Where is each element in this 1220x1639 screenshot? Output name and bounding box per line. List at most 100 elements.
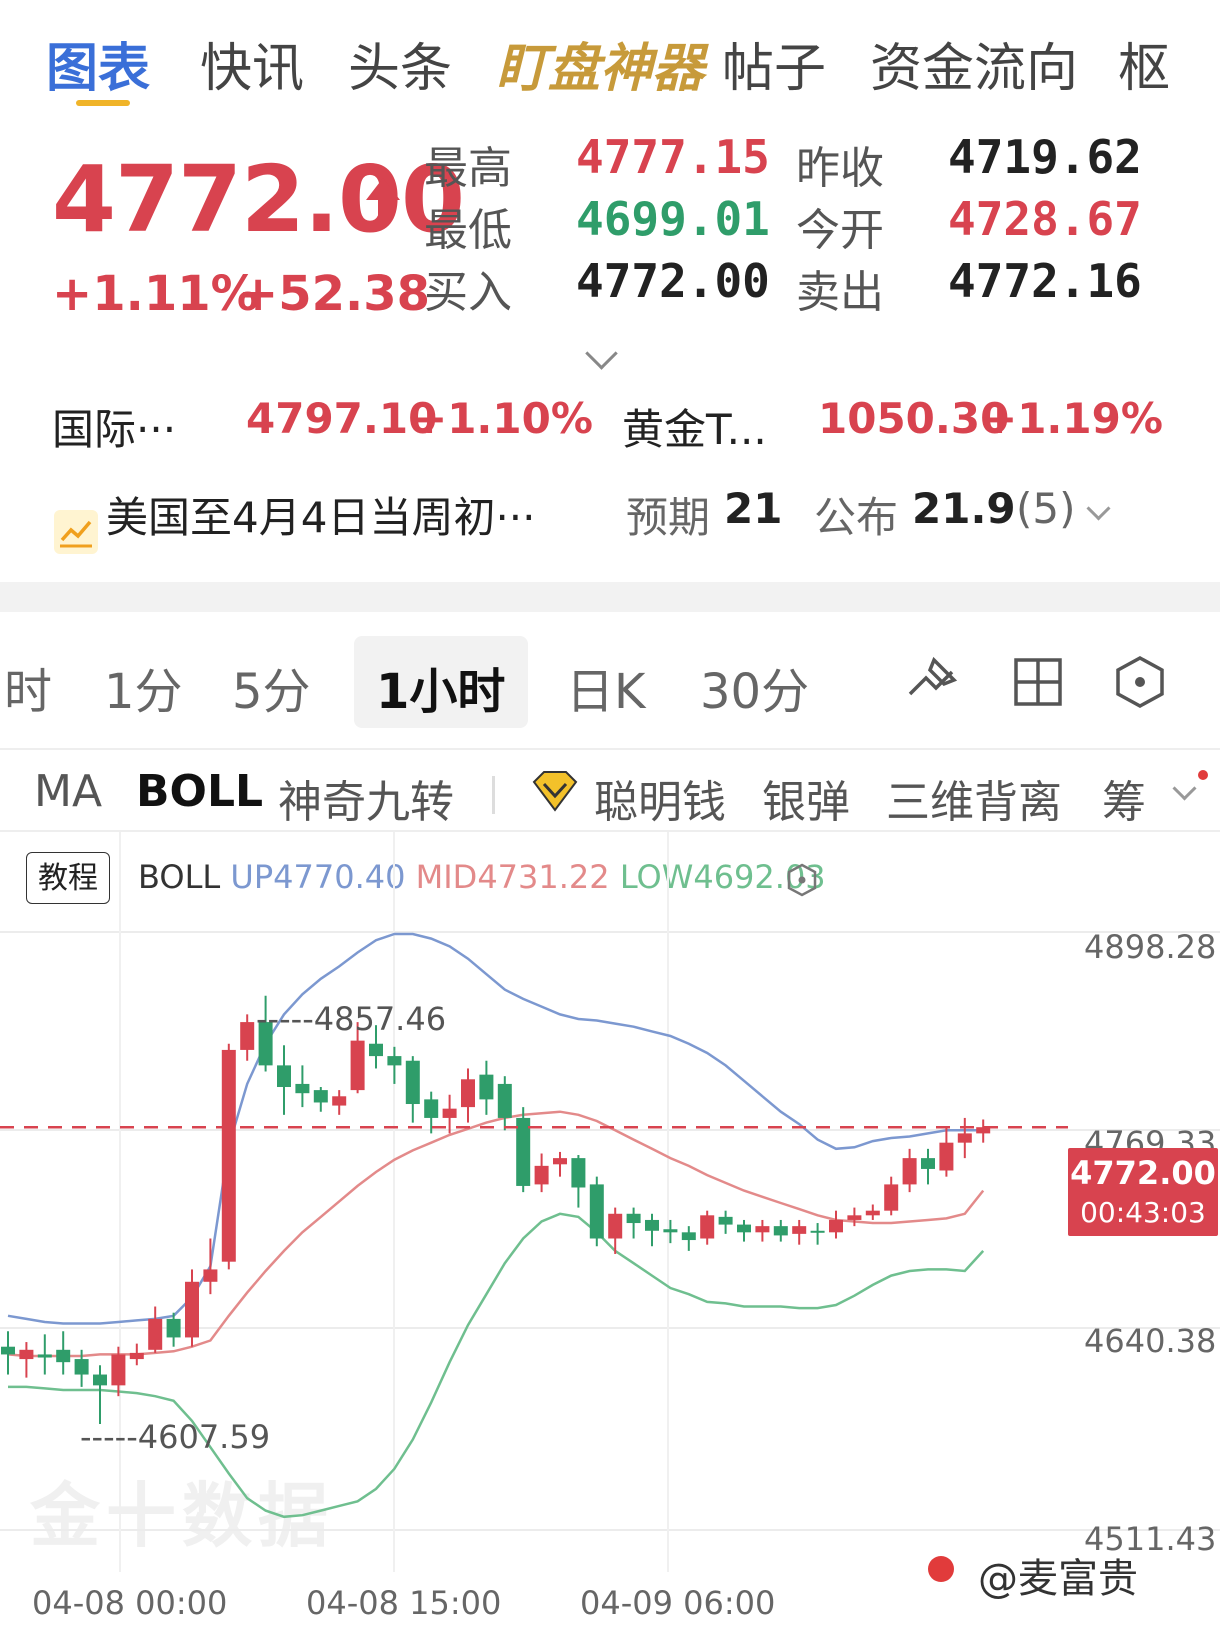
- interval-tab-timeshare[interactable]: 时: [4, 652, 52, 722]
- candle-body: [387, 1056, 402, 1066]
- event-expand-chevron-icon[interactable]: [1086, 496, 1111, 521]
- indicator-tab-td9[interactable]: 神奇九转: [278, 766, 454, 830]
- event-count: (5): [1016, 484, 1076, 533]
- tab-fund-flow[interactable]: 资金流向: [870, 26, 1078, 101]
- candle-body: [148, 1318, 163, 1350]
- last-price: 4772.00: [52, 146, 465, 253]
- candlestick-chart[interactable]: [0, 832, 1220, 1572]
- candle-body: [553, 1158, 567, 1165]
- interval-tab-1m[interactable]: 1分: [104, 652, 183, 722]
- interval-tab-daily[interactable]: 日K: [566, 652, 645, 722]
- candle-body: [203, 1269, 218, 1282]
- candle-body: [424, 1099, 439, 1118]
- tab-truncated[interactable]: 枢: [1118, 26, 1170, 101]
- candle-body: [332, 1096, 347, 1106]
- ask-value: 4772.16: [948, 254, 1142, 308]
- boll-upper-band-line: [7, 932, 984, 1325]
- indicator-more-chevron-icon[interactable]: [1172, 776, 1197, 801]
- interval-bottom-border: [0, 748, 1220, 750]
- indicator-tab-truncated[interactable]: 筹: [1102, 766, 1146, 830]
- candle-body: [19, 1349, 34, 1360]
- candle-body: [461, 1079, 475, 1108]
- event-actual-label: 公布: [814, 493, 899, 542]
- bid-value: 4772.00: [576, 254, 770, 308]
- current-price-tag: 4772.00 00:43:03: [1068, 1148, 1218, 1236]
- max-price-label: 4857.46: [313, 1000, 447, 1038]
- draw-tool-icon[interactable]: [904, 654, 960, 710]
- candle-body: [369, 1043, 383, 1057]
- candle-body: [737, 1224, 751, 1233]
- interval-tab-30m[interactable]: 30分: [700, 652, 809, 722]
- low-label: 最低: [424, 205, 512, 256]
- prev-close-value: 4719.62: [948, 130, 1142, 184]
- indicator-tab-ma[interactable]: MA: [34, 766, 102, 817]
- related-b-pct: +1.19%: [982, 394, 1163, 443]
- y-tick-1: 4898.28: [1084, 928, 1217, 966]
- settings-hexagon-icon[interactable]: [1112, 654, 1168, 710]
- candle-body: [350, 1040, 365, 1091]
- prev-close-label: 昨收: [796, 143, 884, 194]
- related-a-name[interactable]: 国际···: [52, 396, 176, 457]
- candle-body: [497, 1083, 512, 1118]
- candle-body: [902, 1158, 917, 1185]
- candle-body: [810, 1230, 825, 1233]
- candle-body: [608, 1213, 623, 1239]
- candle-body: [185, 1281, 199, 1338]
- candle-body: [645, 1219, 659, 1231]
- interval-tab-1h[interactable]: 1小时: [376, 652, 505, 722]
- layout-grid-icon[interactable]: [1010, 654, 1066, 710]
- tab-watch-tool[interactable]: 盯盘神器: [496, 26, 704, 101]
- candle-body: [829, 1219, 843, 1233]
- record-dot[interactable]: [928, 1556, 954, 1582]
- tab-chart[interactable]: 图表: [46, 26, 150, 101]
- boll-lower-band-line: [8, 1212, 985, 1519]
- x-tick-3: 04-09 06:00: [580, 1584, 776, 1622]
- tab-flash-news[interactable]: 快讯: [200, 26, 304, 101]
- candle-body: [700, 1215, 715, 1239]
- x-tick-1: 04-08 00:00: [32, 1584, 228, 1622]
- section-separator: [0, 582, 1220, 612]
- candle-body: [74, 1359, 89, 1375]
- expand-chevron-icon[interactable]: [585, 337, 618, 370]
- high-value: 4777.15: [576, 130, 770, 184]
- related-a-price: 4797.10: [246, 394, 438, 443]
- open-value: 4728.67: [948, 192, 1142, 246]
- new-badge-dot: [1198, 770, 1208, 780]
- candle-body: [865, 1210, 880, 1216]
- candle-body: [957, 1133, 972, 1143]
- indicator-tab-smart-money[interactable]: 聪明钱: [594, 766, 726, 830]
- tab-headlines[interactable]: 头条: [348, 26, 452, 101]
- interval-tab-5m[interactable]: 5分: [232, 652, 311, 722]
- candle-body: [571, 1158, 586, 1188]
- diamond-vip-icon: [530, 770, 580, 814]
- related-b-name[interactable]: 黄金T...: [622, 396, 767, 457]
- indicator-divider: [492, 776, 495, 814]
- low-value: 4699.01: [576, 192, 770, 246]
- indicator-tab-boll[interactable]: BOLL: [136, 766, 263, 817]
- candle-body: [847, 1215, 862, 1220]
- candle-body: [939, 1142, 954, 1171]
- bid-label: 买入: [424, 267, 512, 318]
- candle-body: [111, 1354, 126, 1386]
- active-tab-indicator: [76, 100, 130, 106]
- candle-body: [56, 1349, 71, 1363]
- candle-body: [240, 1022, 255, 1050]
- min-price-label: 4607.59: [137, 1418, 271, 1456]
- high-label: 最高: [424, 143, 512, 194]
- candle-body: [663, 1229, 678, 1233]
- current-price-tag-value: 4772.00: [1070, 1154, 1216, 1192]
- indicator-tab-silver-bullet[interactable]: 银弹: [762, 766, 850, 830]
- tab-posts[interactable]: 帖子: [722, 26, 826, 101]
- x-tick-2: 04-08 15:00: [306, 1584, 502, 1622]
- event-actual-value: 21.9: [912, 484, 1016, 533]
- indicator-tab-3d-divergence[interactable]: 三维背离: [886, 766, 1062, 830]
- candle-body: [921, 1158, 935, 1169]
- event-title[interactable]: 美国至4月4日当周初···: [106, 484, 536, 545]
- price-change-percent: +1.11%: [52, 266, 259, 322]
- ask-label: 卖出: [796, 267, 884, 318]
- top-tab-bar: 图表 快讯 头条 盯盘神器 帖子 资金流向 枢: [0, 0, 1220, 120]
- max-price-marker: -----4857.46: [256, 1000, 447, 1038]
- related-b-price: 1050.30: [818, 394, 1010, 443]
- candle-body: [37, 1354, 52, 1358]
- bar-countdown: 00:43:03: [1080, 1196, 1206, 1229]
